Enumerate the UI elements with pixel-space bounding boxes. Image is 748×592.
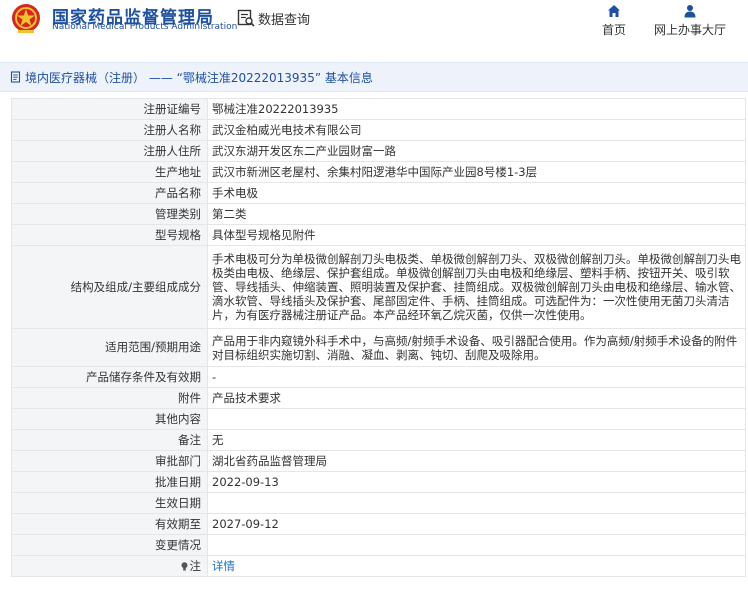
table-row: 注 详情 bbox=[11, 555, 746, 577]
row-label: 产品储存条件及有效期 bbox=[11, 366, 208, 388]
table-row: 注册证编号 鄂械注准20222013935 bbox=[11, 98, 746, 120]
table-row: 产品储存条件及有效期 - bbox=[11, 366, 746, 388]
row-label: 附件 bbox=[11, 387, 208, 409]
row-label: 注册人名称 bbox=[11, 119, 208, 141]
row-value: 手术电极可分为单极微创解剖刀头电极类、单极微创解剖刀头、双极微创解剖刀头。单极微… bbox=[207, 245, 746, 329]
row-value: 具体型号规格见附件 bbox=[207, 224, 746, 246]
national-emblem-icon bbox=[12, 4, 40, 33]
row-label: 生产地址 bbox=[11, 161, 208, 183]
site-subtitle: National Medical Products Administration bbox=[52, 22, 238, 32]
row-value: 鄂械注准20222013935 bbox=[207, 98, 746, 120]
table-row: 管理类别 第二类 bbox=[11, 203, 746, 225]
row-value: 武汉东湖开发区东二产业园财富一路 bbox=[207, 140, 746, 162]
table-row: 结构及组成/主要组成成分 手术电极可分为单极微创解剖刀头电极类、单极微创解剖刀头… bbox=[11, 245, 746, 329]
row-value: 第二类 bbox=[207, 203, 746, 225]
row-label: 注册人住所 bbox=[11, 140, 208, 162]
breadcrumb: 境内医疗器械（注册） —— “鄂械注准20222013935” 基本信息 bbox=[0, 62, 748, 92]
nav-online-office[interactable]: 网上办事大厅 bbox=[651, 4, 729, 38]
row-label: 变更情况 bbox=[11, 534, 208, 556]
note-label-cell: 注 bbox=[11, 555, 208, 577]
row-label: 注册证编号 bbox=[11, 98, 208, 120]
table-row: 适用范围/预期用途 产品用于非内窥镜外科手术中，与高频/射频手术设备、吸引器配合… bbox=[11, 328, 746, 367]
row-value: 武汉市新洲区老屋村、余集村阳逻港华中国际产业园8号楼1-3层 bbox=[207, 161, 746, 183]
row-value: 湖北省药品监督管理局 bbox=[207, 450, 746, 472]
table-row: 附件 产品技术要求 bbox=[11, 387, 746, 409]
row-label: 管理类别 bbox=[11, 203, 208, 225]
row-label: 适用范围/预期用途 bbox=[11, 328, 208, 367]
row-label: 备注 bbox=[11, 429, 208, 451]
table-row: 审批部门 湖北省药品监督管理局 bbox=[11, 450, 746, 472]
row-value: 2027-09-12 bbox=[207, 513, 746, 535]
row-value: 详情 bbox=[207, 555, 746, 577]
table-row: 批准日期 2022-09-13 bbox=[11, 471, 746, 493]
registration-detail-table: 注册证编号 鄂械注准20222013935 注册人名称 武汉金柏威光电技术有限公… bbox=[11, 98, 746, 577]
table-row: 有效期至 2027-09-12 bbox=[11, 513, 746, 535]
row-value: 手术电极 bbox=[207, 182, 746, 204]
details-link[interactable]: 详情 bbox=[212, 559, 235, 573]
note-label: 注 bbox=[189, 558, 202, 573]
breadcrumb-text: 境内医疗器械（注册） —— “鄂械注准20222013935” 基本信息 bbox=[25, 70, 373, 85]
row-label: 型号规格 bbox=[11, 224, 208, 246]
table-row: 其他内容 bbox=[11, 408, 746, 430]
nav-online-office-label: 网上办事大厅 bbox=[653, 23, 726, 37]
row-value bbox=[207, 534, 746, 556]
person-icon bbox=[684, 5, 696, 18]
site-header: 国家药品监督管理局 National Medical Products Admi… bbox=[0, 0, 748, 52]
table-row: 型号规格 具体型号规格见附件 bbox=[11, 224, 746, 246]
table-row: 注册人住所 武汉东湖开发区东二产业园财富一路 bbox=[11, 140, 746, 162]
row-label: 产品名称 bbox=[11, 182, 208, 204]
nav-home-label: 首页 bbox=[601, 23, 626, 37]
lightbulb-icon bbox=[181, 561, 187, 570]
row-label: 结构及组成/主要组成成分 bbox=[11, 245, 208, 329]
row-value: - bbox=[207, 366, 746, 388]
nav-home[interactable]: 首页 bbox=[598, 4, 630, 38]
row-value: 武汉金柏威光电技术有限公司 bbox=[207, 119, 746, 141]
table-row: 注册人名称 武汉金柏威光电技术有限公司 bbox=[11, 119, 746, 141]
row-value: 产品用于非内窥镜外科手术中，与高频/射频手术设备、吸引器配合使用。作为高频/射频… bbox=[207, 328, 746, 367]
row-label: 其他内容 bbox=[11, 408, 208, 430]
row-label: 有效期至 bbox=[11, 513, 208, 535]
row-value: 产品技术要求 bbox=[207, 387, 746, 409]
data-query-icon bbox=[237, 9, 255, 27]
row-label: 批准日期 bbox=[11, 471, 208, 493]
table-row: 生产地址 武汉市新洲区老屋村、余集村阳逻港华中国际产业园8号楼1-3层 bbox=[11, 161, 746, 183]
row-value bbox=[207, 408, 746, 430]
row-label: 审批部门 bbox=[11, 450, 208, 472]
row-label: 生效日期 bbox=[11, 492, 208, 514]
table-row: 产品名称 手术电极 bbox=[11, 182, 746, 204]
home-icon bbox=[608, 5, 620, 17]
table-row: 变更情况 bbox=[11, 534, 746, 556]
data-query-module[interactable]: 数据查询 bbox=[237, 8, 310, 28]
data-query-label: 数据查询 bbox=[258, 12, 311, 28]
row-value bbox=[207, 492, 746, 514]
row-value: 2022-09-13 bbox=[207, 471, 746, 493]
table-row: 生效日期 bbox=[11, 492, 746, 514]
table-row: 备注 无 bbox=[11, 429, 746, 451]
row-value: 无 bbox=[207, 429, 746, 451]
document-icon bbox=[10, 71, 21, 83]
